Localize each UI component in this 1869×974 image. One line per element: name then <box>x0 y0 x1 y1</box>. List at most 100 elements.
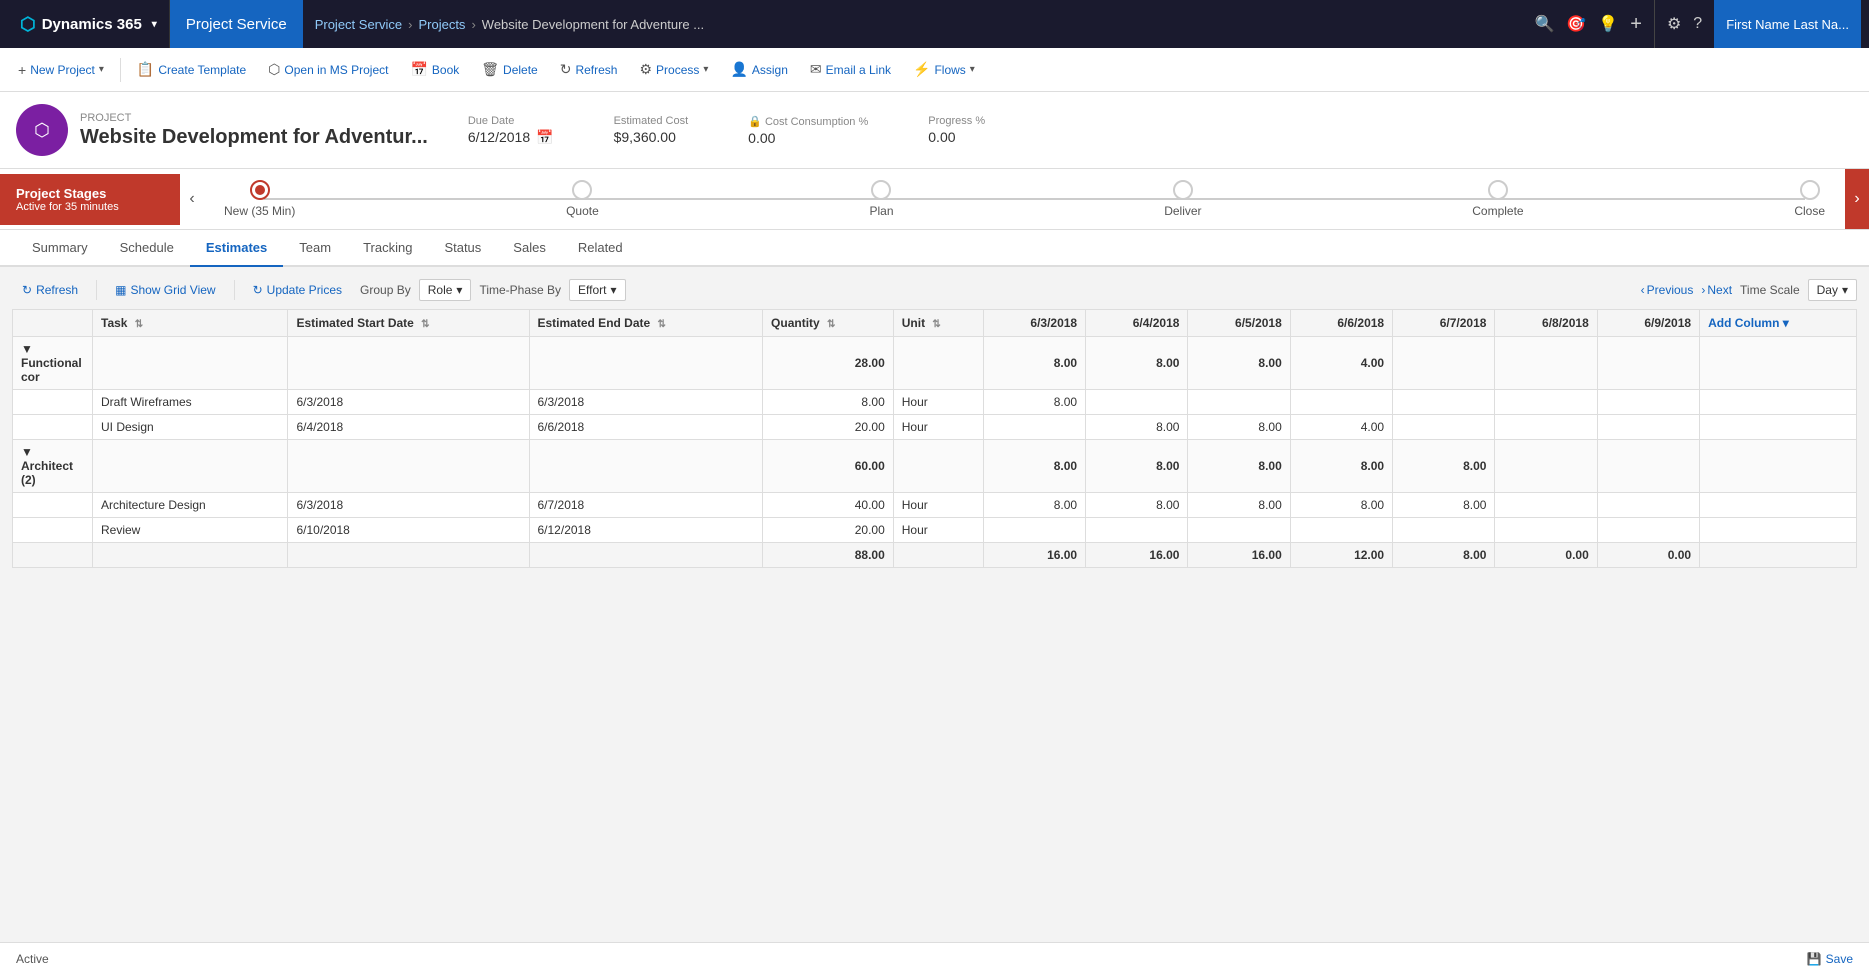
group-by-select[interactable]: Role ▾ <box>419 279 472 301</box>
tab-tracking[interactable]: Tracking <box>347 230 428 267</box>
architect-quantity: 60.00 <box>763 440 894 493</box>
arch-design-indent <box>13 493 93 518</box>
time-phase-value: Effort <box>578 283 606 297</box>
architect-6-3: 8.00 <box>983 440 1085 493</box>
estimates-section: ↻ Refresh ▦ Show Grid View ↻ Update Pric… <box>0 267 1869 580</box>
lightbulb-icon[interactable]: 💡 <box>1598 14 1618 34</box>
flows-button[interactable]: ⚡ Flows ▾ <box>903 55 985 84</box>
stage-quote[interactable]: Quote <box>566 180 599 218</box>
ui-design-6-7 <box>1393 415 1495 440</box>
col-header-task[interactable]: Task ⇅ <box>93 310 288 337</box>
stages-nav-left-button[interactable]: ‹ <box>180 169 204 229</box>
col-header-start-date[interactable]: Estimated Start Date ⇅ <box>288 310 529 337</box>
tab-related[interactable]: Related <box>562 230 639 267</box>
review-6-7 <box>1393 518 1495 543</box>
breadcrumb-sep-1: › <box>408 17 412 32</box>
arch-design-6-8 <box>1495 493 1597 518</box>
project-icon-symbol: ⬡ <box>34 120 50 141</box>
timescale-select[interactable]: Day ▾ <box>1808 279 1857 301</box>
time-phase-select[interactable]: Effort ▾ <box>569 279 626 301</box>
breadcrumb-item-1[interactable]: Project Service <box>315 17 402 32</box>
col-header-quantity[interactable]: Quantity ⇅ <box>763 310 894 337</box>
estimates-refresh-icon: ↻ <box>22 283 32 297</box>
new-project-button[interactable]: + New Project ▾ <box>8 56 114 84</box>
review-6-9 <box>1597 518 1699 543</box>
refresh-button[interactable]: ↻ Refresh <box>550 55 628 84</box>
save-button[interactable]: 💾 Save <box>1807 952 1853 966</box>
tab-summary[interactable]: Summary <box>16 230 104 267</box>
stage-close[interactable]: Close <box>1794 180 1825 218</box>
assign-button[interactable]: 👤 Assign <box>720 55 797 84</box>
ui-design-6-8 <box>1495 415 1597 440</box>
architect-unit-empty <box>893 440 983 493</box>
create-template-label: Create Template <box>158 63 246 77</box>
app-title: Project Service <box>170 0 303 48</box>
target-icon[interactable]: 🎯 <box>1566 14 1586 34</box>
project-header: ⬡ PROJECT Website Development for Advent… <box>0 92 1869 169</box>
unit-sort-icon: ⇅ <box>932 319 940 330</box>
create-template-button[interactable]: 📋 Create Template <box>127 55 256 84</box>
help-icon[interactable]: ? <box>1693 15 1702 33</box>
stage-deliver[interactable]: Deliver <box>1164 180 1201 218</box>
stage-complete[interactable]: Complete <box>1472 180 1523 218</box>
ui-design-unit: Hour <box>893 415 983 440</box>
group-by-value: Role <box>428 283 453 297</box>
process-button[interactable]: ⚙ Process ▾ <box>629 55 718 84</box>
functional-end-empty <box>529 337 763 390</box>
update-prices-button[interactable]: ↻ Update Prices <box>243 279 352 301</box>
add-icon[interactable]: + <box>1630 13 1642 36</box>
functional-add <box>1700 337 1857 390</box>
dynamics-logo[interactable]: ⬡ Dynamics 365 ▾ <box>8 0 170 48</box>
total-6-9: 0.00 <box>1597 543 1699 568</box>
search-icon[interactable]: 🔍 <box>1534 14 1554 34</box>
next-button[interactable]: › Next <box>1701 283 1732 297</box>
arch-design-6-5: 8.00 <box>1188 493 1290 518</box>
stage-new[interactable]: New (35 Min) <box>224 180 295 218</box>
user-profile[interactable]: First Name Last Na... <box>1714 0 1861 48</box>
table-row: Review 6/10/2018 6/12/2018 20.00 Hour <box>13 518 1857 543</box>
tab-schedule[interactable]: Schedule <box>104 230 190 267</box>
due-date-label: Due Date <box>468 115 554 127</box>
book-button[interactable]: 📅 Book <box>400 55 469 84</box>
open-ms-project-button[interactable]: ⬡ Open in MS Project <box>258 55 398 84</box>
tab-team[interactable]: Team <box>283 230 347 267</box>
settings-icon[interactable]: ⚙ <box>1667 14 1681 34</box>
architect-task-empty <box>93 440 288 493</box>
col-header-add[interactable]: Add Column ▾ <box>1700 310 1857 337</box>
col-header-unit[interactable]: Unit ⇅ <box>893 310 983 337</box>
ui-design-task[interactable]: UI Design <box>93 415 288 440</box>
stage-new-label: New (35 Min) <box>224 204 295 218</box>
breadcrumb-item-2[interactable]: Projects <box>418 17 465 32</box>
email-link-button[interactable]: ✉ Email a Link <box>800 55 901 84</box>
review-task[interactable]: Review <box>93 518 288 543</box>
tab-estimates[interactable]: Estimates <box>190 230 283 267</box>
flows-dropdown-icon[interactable]: ▾ <box>970 64 975 75</box>
email-link-icon: ✉ <box>810 61 822 78</box>
stage-plan[interactable]: Plan <box>869 180 893 218</box>
new-project-dropdown-icon[interactable]: ▾ <box>99 64 104 75</box>
arch-design-start: 6/3/2018 <box>288 493 529 518</box>
arch-design-task[interactable]: Architecture Design <box>93 493 288 518</box>
tab-sales[interactable]: Sales <box>497 230 562 267</box>
add-column-label[interactable]: Add Column ▾ <box>1708 316 1789 330</box>
stages-label[interactable]: Project Stages Active for 35 minutes <box>0 174 180 225</box>
previous-button[interactable]: ‹ Previous <box>1641 283 1694 297</box>
stages-nav-right-button[interactable]: › <box>1845 169 1869 229</box>
draft-wireframes-task[interactable]: Draft Wireframes <box>93 390 288 415</box>
dynamics-logo-icon: ⬡ <box>20 14 36 35</box>
review-end: 6/12/2018 <box>529 518 763 543</box>
tab-status[interactable]: Status <box>428 230 497 267</box>
project-stages: Project Stages Active for 35 minutes ‹ N… <box>0 169 1869 230</box>
col-header-end-date[interactable]: Estimated End Date ⇅ <box>529 310 763 337</box>
functional-expand[interactable]: ▼ Functional cor <box>13 337 93 390</box>
delete-button[interactable]: 🗑 Delete <box>471 55 547 84</box>
total-6-3: 16.00 <box>983 543 1085 568</box>
draft-wireframes-unit: Hour <box>893 390 983 415</box>
col-header-6-8: 6/8/2018 <box>1495 310 1597 337</box>
calendar-icon[interactable]: 📅 <box>536 129 553 146</box>
estimates-refresh-button[interactable]: ↻ Refresh <box>12 279 88 301</box>
process-dropdown-icon[interactable]: ▾ <box>703 64 708 75</box>
architect-expand[interactable]: ▼ Architect (2) <box>13 440 93 493</box>
show-grid-view-button[interactable]: ▦ Show Grid View <box>105 279 226 301</box>
dynamics-dropdown-icon[interactable]: ▾ <box>152 19 157 30</box>
